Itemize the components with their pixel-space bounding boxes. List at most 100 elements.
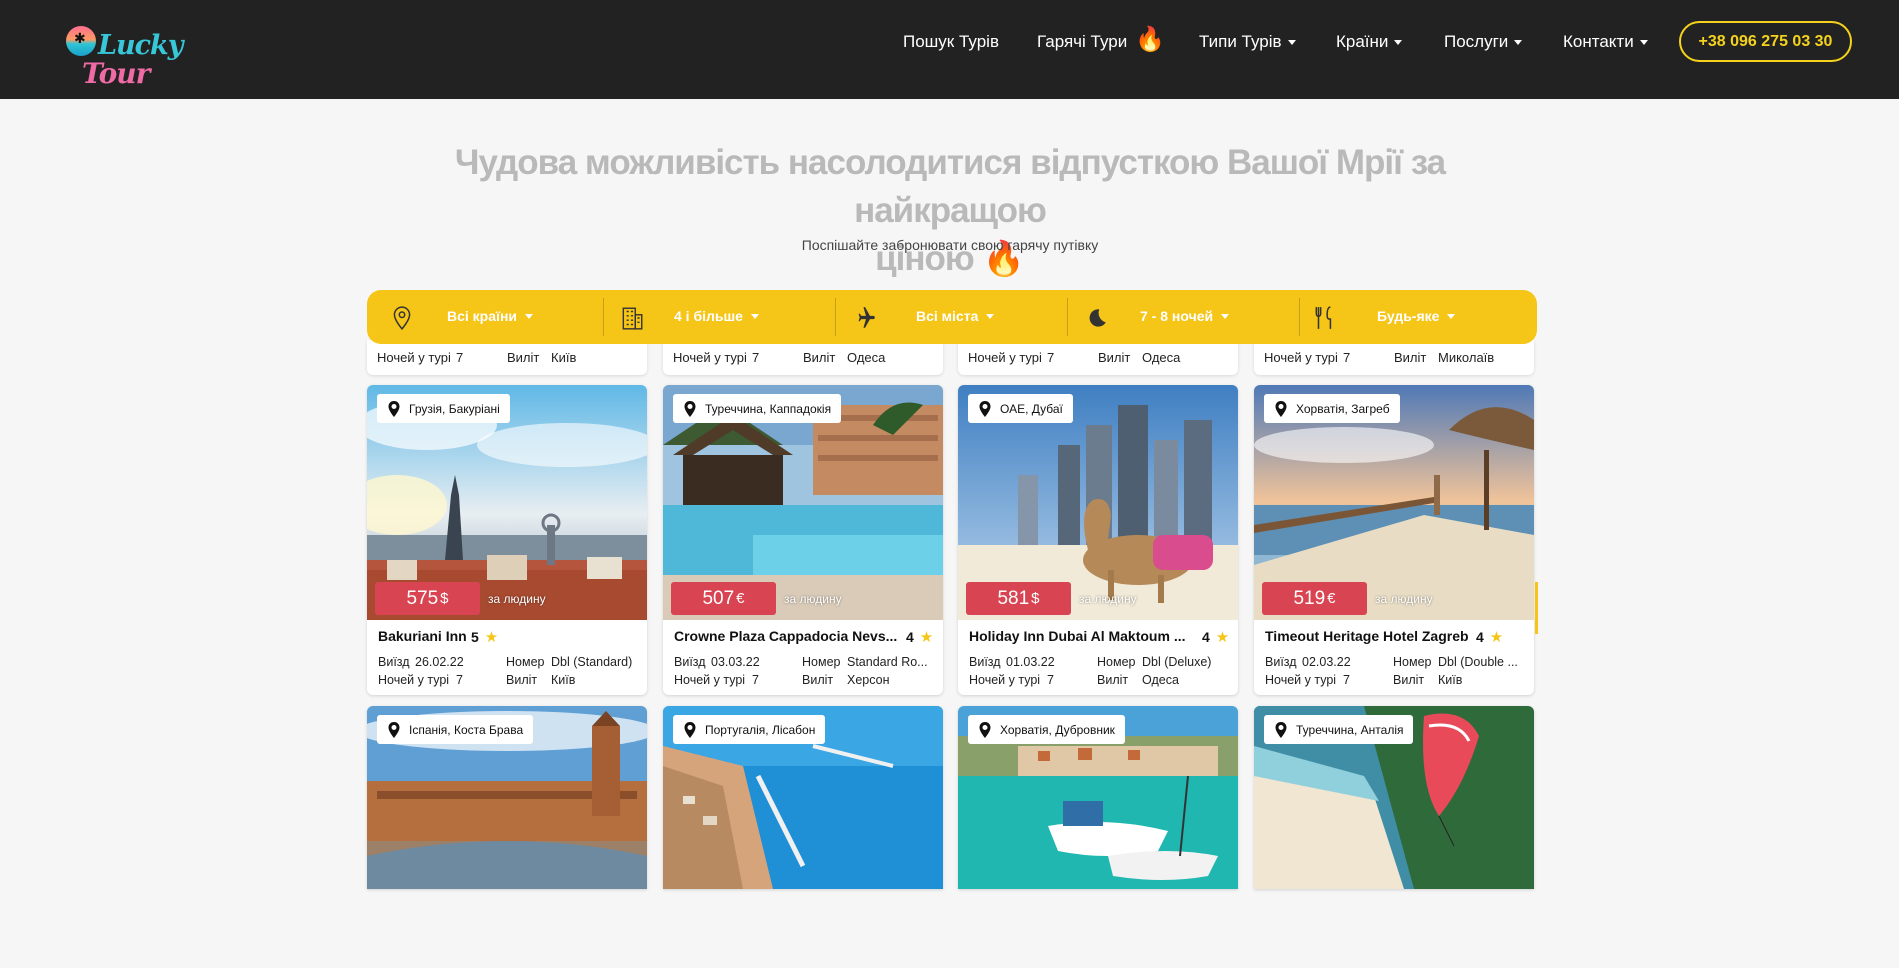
hotel-building-icon: [622, 307, 643, 330]
depart-label: Виліт: [1394, 350, 1427, 365]
location-text: Іспанія, Коста Брава: [409, 722, 524, 737]
date-label: Виїзд: [1265, 655, 1297, 669]
airplane-icon: [858, 307, 875, 328]
depart-value: Одеса: [1142, 350, 1181, 365]
nights-label: Ночей у турі: [674, 673, 746, 687]
tour-card[interactable]: ОАЕ, Дубаї 581 $ за людину Holiday Inn Du…: [958, 385, 1238, 695]
nights-value: 7: [456, 350, 464, 365]
filter-country[interactable]: Всі країни: [367, 290, 603, 344]
tour-card[interactable]: Хорватія, Загреб 519 € за людину Timeout …: [1254, 385, 1534, 695]
price-tag: 507 €: [671, 582, 776, 615]
location-pin-icon: [388, 721, 400, 738]
nights-value: 7: [1343, 673, 1350, 687]
tour-card[interactable]: Туреччина, Анталія: [1254, 706, 1534, 889]
page-title-line1: Чудова можливість насолодитися відпустко…: [454, 143, 1446, 230]
depart-value: Херсон: [847, 673, 890, 687]
tour-card-partial[interactable]: Ночей у турі 7 Виліт Київ: [367, 340, 647, 375]
depart-value: Київ: [551, 673, 576, 687]
nav-search-tours[interactable]: Пошук Турів: [903, 32, 999, 52]
tour-card-partial[interactable]: Ночей у турі 7 Виліт Одеса: [958, 340, 1238, 375]
chevron-down-icon: [1639, 39, 1648, 45]
room-value: Dbl (Double ...: [1438, 655, 1518, 669]
nav-tour-types[interactable]: Типи Турів: [1199, 32, 1296, 52]
tour-card[interactable]: Грузія, Бакуріані 575 $ за людину Bakuria…: [367, 385, 647, 695]
carousel-indicator[interactable]: [1535, 582, 1538, 634]
filter-label-wrap: Будь-яке: [1377, 308, 1456, 324]
hotel-name[interactable]: Crowne Plaza Cappadocia Nevs...: [674, 628, 897, 644]
tour-card-partial[interactable]: Ночей у турі 7 Виліт Одеса: [663, 340, 943, 375]
nav-label: Пошук Турів: [903, 32, 999, 51]
per-person-label: за людину: [488, 592, 546, 606]
nights-label: Ночей у турі: [968, 350, 1042, 365]
chevron-down-icon: [1221, 313, 1230, 319]
tour-card[interactable]: Хорватія, Дубровник: [958, 706, 1238, 889]
star-icon: ★: [484, 628, 499, 646]
price-value: 581: [997, 587, 1030, 609]
date-label: Виїзд: [674, 655, 706, 669]
filter-label-wrap: 7 - 8 ночей: [1140, 308, 1230, 324]
location-badge: Туреччина, Каппадокія: [673, 394, 842, 423]
location-badge: Туреччина, Анталія: [1264, 715, 1414, 744]
price-tag: 581 $: [966, 582, 1071, 615]
filter-nights[interactable]: 7 - 8 ночей: [1068, 290, 1299, 344]
hotel-name[interactable]: Bakuriani Inn: [378, 628, 467, 644]
depart-label: Виліт: [507, 350, 540, 365]
nav-countries[interactable]: Країни: [1336, 32, 1403, 52]
price-value: 507: [702, 587, 735, 609]
hotel-name[interactable]: Holiday Inn Dubai Al Maktoum ...: [969, 628, 1186, 644]
location-text: Португалія, Лісабон: [705, 722, 816, 737]
location-badge: Грузія, Бакуріані: [377, 394, 510, 423]
chevron-down-icon: [1394, 39, 1403, 45]
hotel-name[interactable]: Timeout Heritage Hotel Zagreb: [1265, 628, 1469, 644]
filter-meal-label: Будь-яке: [1377, 308, 1440, 324]
filter-hotel-stars[interactable]: 4 і більше: [604, 290, 835, 344]
filter-departure-city[interactable]: Всі міста: [836, 290, 1067, 344]
date-value: 03.03.22: [711, 655, 760, 669]
location-text: Туреччина, Анталія: [1296, 722, 1404, 737]
depart-value: Київ: [1438, 673, 1463, 687]
nav-services[interactable]: Послуги: [1444, 32, 1523, 52]
page-subtitle: Поспішайте забронювати свою гарячу путів…: [801, 237, 1099, 253]
nights-label: Ночей у турі: [1265, 673, 1337, 687]
depart-label: Виліт: [802, 673, 834, 687]
phone-button[interactable]: +38 096 275 03 30: [1679, 21, 1852, 62]
hotel-stars: 4 ★: [1476, 628, 1503, 646]
chevron-down-icon: [1287, 39, 1296, 45]
nav-hot-tours[interactable]: Гарячі Тури 🔥: [1037, 26, 1165, 52]
chevron-down-icon: [750, 313, 759, 319]
location-badge: Хорватія, Дубровник: [968, 715, 1125, 744]
nav-contacts[interactable]: Контакти: [1563, 32, 1648, 52]
filter-country-label: Всі країни: [447, 308, 518, 324]
filter-meal[interactable]: Будь-яке: [1300, 290, 1537, 344]
chevron-down-icon: [525, 313, 534, 319]
logo[interactable]: ✱ Lucky Tour: [64, 24, 183, 90]
tour-card-partial[interactable]: Ночей у турі 7 Виліт Миколаїв: [1254, 340, 1534, 375]
per-person-label: за людину: [784, 592, 842, 606]
nights-value: 7: [1343, 350, 1351, 365]
room-label: Номер: [802, 655, 841, 669]
tour-card[interactable]: Португалія, Лісабон: [663, 706, 943, 889]
location-pin-icon: [684, 721, 696, 738]
hotel-stars: 5 ★: [471, 628, 498, 646]
date-label: Виїзд: [378, 655, 410, 669]
nights-label: Ночей у турі: [377, 350, 451, 365]
nav-label: Послуги: [1444, 32, 1509, 51]
tour-card[interactable]: Іспанія, Коста Брава: [367, 706, 647, 889]
star-icon: ★: [1215, 628, 1230, 646]
date-value: 26.02.22: [415, 655, 464, 669]
location-text: Грузія, Бакуріані: [409, 401, 500, 416]
date-label: Виїзд: [969, 655, 1001, 669]
location-text: ОАЕ, Дубаї: [1000, 401, 1063, 416]
location-text: Хорватія, Загреб: [1296, 401, 1390, 416]
depart-label: Виліт: [1393, 673, 1425, 687]
filter-label-wrap: Всі країни: [447, 308, 534, 324]
tour-card[interactable]: Туреччина, Каппадокія 507 € за людину Cro…: [663, 385, 943, 695]
hotel-stars: 4 ★: [1202, 628, 1229, 646]
room-value: Dbl (Deluxe): [1142, 655, 1212, 669]
nav-label: Типи Турів: [1199, 32, 1282, 51]
filter-label-wrap: 4 і більше: [674, 308, 759, 324]
nav-label: Гарячі Тури: [1037, 32, 1128, 51]
room-value: Standard Ro...: [847, 655, 928, 669]
filter-nights-label: 7 - 8 ночей: [1140, 308, 1214, 324]
nights-value: 7: [752, 350, 760, 365]
